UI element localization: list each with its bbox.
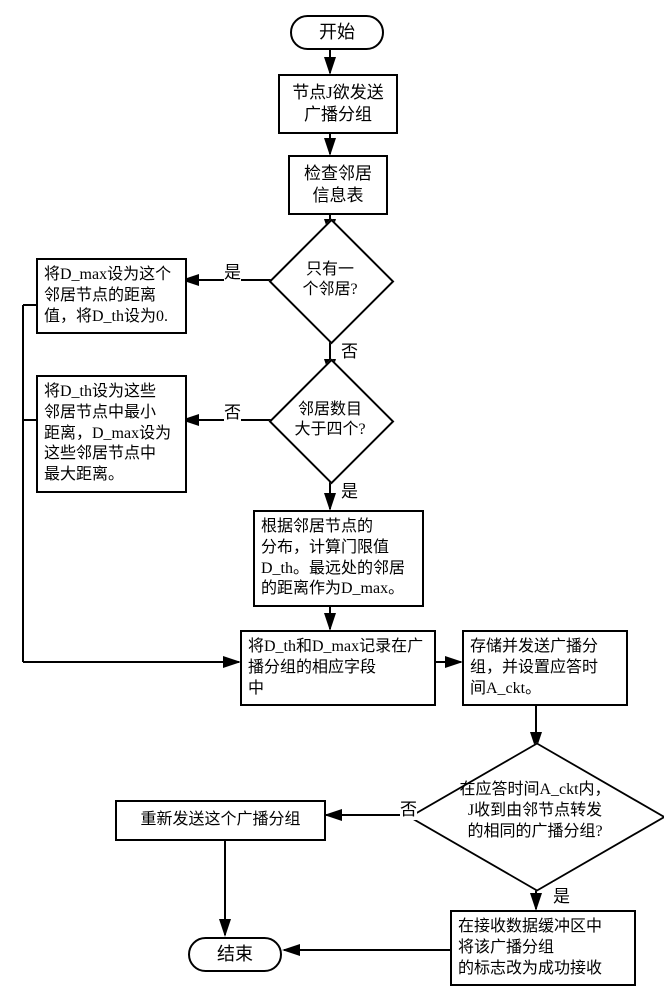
send-broadcast-box: 节点J欲发送 广播分组 bbox=[278, 74, 398, 134]
no-label-2: 否 bbox=[224, 398, 241, 423]
check-neighbor-box: 检查邻居 信息表 bbox=[288, 155, 388, 215]
set-dmax-one-box: 将D_max设为这个 邻居节点的距离 值，将D_th设为0. bbox=[36, 258, 187, 334]
end-terminal: 结束 bbox=[188, 937, 282, 972]
compute-threshold-box: 根据邻居节点的 分布，计算门限值 D_th。最远处的邻居 的距离作为D_max。 bbox=[253, 510, 424, 607]
no-label: 否 bbox=[341, 337, 358, 362]
neighbor-gt-four-decision: 邻居数目 大于四个? bbox=[270, 370, 390, 470]
store-send-box: 存储并发送广播分 组，并设置应答时 间A_ckt。 bbox=[462, 630, 628, 706]
record-fields-box: 将D_th和D_max记录在广 播分组的相应字段 中 bbox=[240, 630, 436, 706]
resend-box: 重新发送这个广播分组 bbox=[115, 800, 326, 841]
yes-label-3: 是 bbox=[553, 882, 570, 907]
only-one-neighbor-decision: 只有一 个邻居? bbox=[270, 230, 390, 330]
mark-success-box: 在接收数据缓冲区中 将该广播分组 的标志改为成功接收 bbox=[450, 910, 636, 986]
start-terminal: 开始 bbox=[290, 15, 384, 50]
ack-received-decision: 在应答时间A_ckt内， J收到由邻节点转发 的相同的广播分组? bbox=[410, 740, 660, 890]
set-dth-minmax-box: 将D_th设为这些 邻居节点中最小 距离，D_max设为 这些邻居节点中 最大距… bbox=[36, 375, 187, 493]
yes-label-2: 是 bbox=[341, 477, 358, 502]
yes-label: 是 bbox=[224, 258, 241, 283]
